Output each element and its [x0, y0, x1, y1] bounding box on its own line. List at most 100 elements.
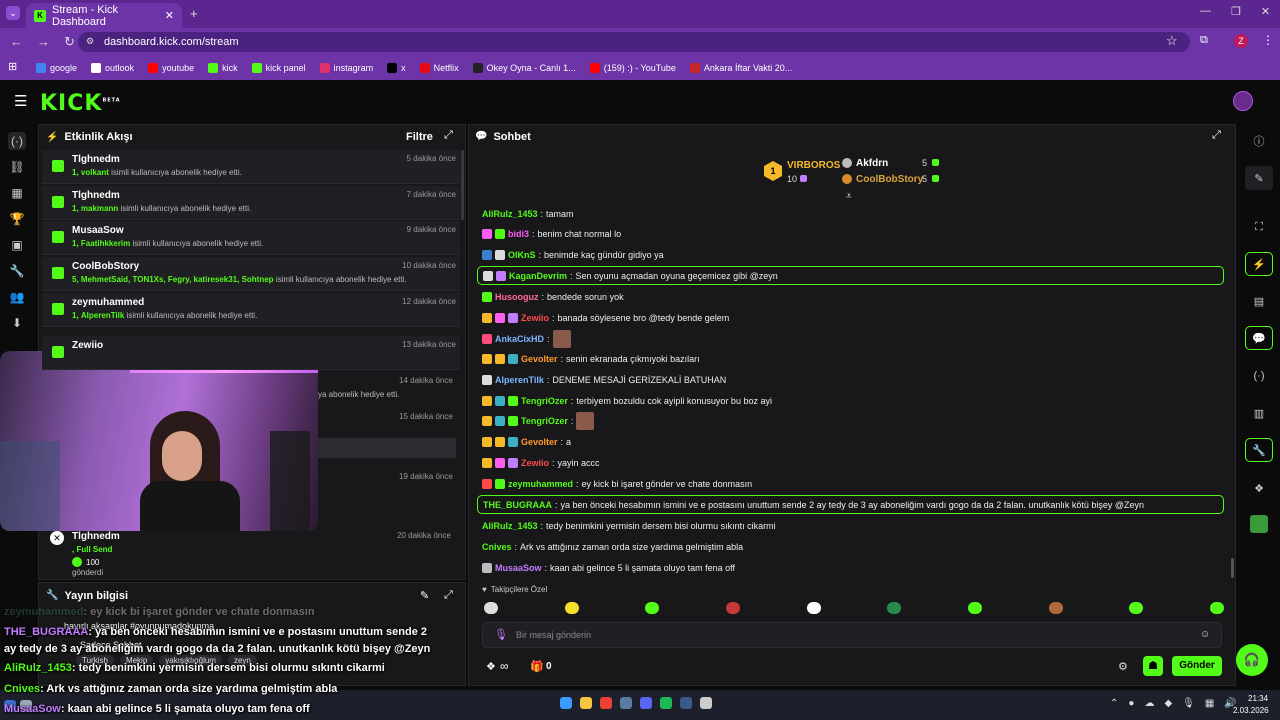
back-icon[interactable]: ←: [10, 34, 23, 50]
chat-scrollbar[interactable]: [1231, 558, 1234, 578]
chat-message[interactable]: Zewiio: yayin accc: [482, 456, 600, 470]
chat-message[interactable]: AliRulz_1453: tamam: [482, 207, 574, 221]
bookmark-star-icon[interactable]: ☆: [1166, 33, 1178, 49]
chat-username[interactable]: AlperenTilk: [495, 375, 544, 385]
broadcast-icon[interactable]: (·): [1245, 364, 1273, 388]
chat-username[interactable]: zeymuhammed: [508, 479, 573, 489]
chat-message[interactable]: Gevolter: a: [482, 435, 571, 449]
emote-icon[interactable]: [967, 602, 982, 614]
bookmark-item[interactable]: outlook: [91, 63, 134, 73]
chat-username[interactable]: Husooguz: [495, 292, 539, 302]
chat-input[interactable]: [482, 622, 1222, 648]
activity-username[interactable]: zeymuhammed: [72, 297, 144, 308]
tray-chevron-icon[interactable]: ⌃: [1110, 698, 1118, 709]
chat-message[interactable]: zeymuhammed: ey kick bi işaret gönder ve …: [482, 477, 752, 491]
popout-icon[interactable]: ⤢: [444, 129, 453, 142]
window-close-icon[interactable]: ✕: [1261, 5, 1270, 18]
leader-third-name[interactable]: CoolBobStory: [856, 174, 923, 185]
activity-username[interactable]: Tlghnedm: [72, 154, 120, 165]
chat-message[interactable]: MusaaSow: kaan abi gelince 5 li şamata ol…: [482, 561, 735, 575]
chat-message[interactable]: Cnives: Ark vs attığınız zaman orda size …: [482, 540, 743, 554]
users-icon[interactable]: 👥: [8, 288, 26, 306]
start-icon[interactable]: [560, 697, 572, 709]
menu-kebab-icon[interactable]: ⋮: [1262, 33, 1274, 47]
bookmark-item[interactable]: Ankara İftar Vakti 20...: [689, 63, 792, 73]
gift-recipient[interactable]: AlperenTilk: [81, 311, 124, 320]
chat-bubble-icon[interactable]: 💬: [1245, 326, 1273, 350]
chat-username[interactable]: AliRulz_1453: [482, 521, 538, 531]
chat-message[interactable]: THE_BUGRAAA: ya ben önceki hesabımın ismi…: [477, 495, 1224, 514]
site-info-icon[interactable]: ⚙: [86, 36, 94, 47]
game-icon[interactable]: [1245, 512, 1273, 536]
chat-username[interactable]: Gevolter: [521, 354, 558, 364]
bookmark-item[interactable]: kick: [208, 63, 238, 73]
bookmark-item[interactable]: kick panel: [251, 63, 306, 73]
chat-message[interactable]: bidi3: benim chat normal lo: [482, 227, 621, 241]
bookmark-item[interactable]: instagram: [319, 63, 373, 73]
leader-second-name[interactable]: Akfdrn: [856, 158, 888, 169]
microphone-icon[interactable]: 🎙: [494, 628, 508, 641]
bookmark-item[interactable]: Netflix: [419, 63, 459, 73]
discord-icon[interactable]: [640, 697, 652, 709]
tray-app-icon[interactable]: ●: [1128, 698, 1134, 709]
kick-emote-icon[interactable]: ☗: [1143, 656, 1163, 676]
emoji-icon[interactable]: ☺: [1200, 629, 1210, 640]
info-icon[interactable]: ⓘ: [1245, 129, 1273, 153]
bookmark-item[interactable]: youtube: [148, 63, 194, 73]
profile-avatar[interactable]: Z: [1234, 34, 1248, 48]
reload-icon[interactable]: ↻: [64, 34, 75, 50]
activity-username[interactable]: CoolBobStory: [72, 261, 139, 272]
support-headset-icon[interactable]: 🎧: [1236, 644, 1268, 676]
clock-time[interactable]: 21:34: [1248, 694, 1268, 703]
steam-icon[interactable]: [680, 697, 692, 709]
apps-grid-icon[interactable]: ⊞: [8, 60, 17, 73]
tab-search-icon[interactable]: ⌄: [6, 6, 20, 20]
chat-message[interactable]: TengriOzer:: [482, 412, 595, 430]
chat-username[interactable]: THE_BUGRAAA: [483, 500, 552, 510]
emote-icon[interactable]: [806, 602, 821, 614]
emote-icon[interactable]: [725, 602, 740, 614]
gift-recipient[interactable]: volkant: [81, 168, 109, 177]
emote-icon[interactable]: [1048, 602, 1063, 614]
chat-message[interactable]: AliRulz_1453: tedy benimkini yermisin der…: [482, 519, 776, 533]
chat-username[interactable]: KaganDevrim: [509, 271, 567, 281]
leader-first-name[interactable]: VIRBOROS: [787, 160, 840, 171]
emote-icon[interactable]: [1209, 602, 1224, 614]
activity-item[interactable]: Zewiio 13 dakika önce: [42, 336, 460, 370]
chat-username[interactable]: TengriOzer: [521, 416, 568, 426]
file-explorer-icon[interactable]: [580, 697, 592, 709]
user-avatar[interactable]: [1233, 91, 1253, 111]
analytics-icon[interactable]: ▦: [8, 184, 26, 202]
activity-item[interactable]: zeymuhammed 12 dakika önce 1, AlperenTilk …: [42, 293, 460, 327]
printer-icon[interactable]: ▥: [1245, 401, 1273, 425]
gift-box-icon[interactable]: 🎁: [530, 660, 544, 673]
chat-username[interactable]: bidi3: [508, 229, 529, 239]
chat-username[interactable]: TengriOzer: [521, 396, 568, 406]
spotify-icon[interactable]: [660, 697, 672, 709]
app-icon[interactable]: [700, 697, 712, 709]
emote-icon[interactable]: [564, 602, 579, 614]
bookmark-item[interactable]: x: [387, 63, 406, 73]
clock-date[interactable]: 2.03.2026: [1233, 706, 1269, 715]
points-icon[interactable]: ❖: [1245, 476, 1273, 500]
tray-mic-icon[interactable]: 🎙: [1182, 698, 1195, 709]
monitor-icon[interactable]: ▣: [8, 236, 26, 254]
popout-icon[interactable]: ⤢: [1212, 129, 1221, 142]
steam-icon[interactable]: [620, 697, 632, 709]
network-icon[interactable]: ▦: [1205, 698, 1214, 709]
filter-button[interactable]: Filtre: [406, 131, 433, 143]
forward-icon[interactable]: →: [37, 34, 50, 50]
gift-recipient[interactable]: MehmetSaid, TON1Xs, Fegry, katiresek31, …: [81, 275, 274, 284]
activity-item[interactable]: Tlghnedm 5 dakika önce 1, volkant isimli k…: [42, 150, 460, 184]
bookmark-item[interactable]: google: [36, 63, 77, 73]
emote-icon[interactable]: [484, 602, 498, 614]
activity-username[interactable]: Tlghnedm: [72, 531, 120, 542]
browser-tab[interactable]: K Stream - Kick Dashboard ✕: [26, 3, 182, 28]
chat-message[interactable]: Gevolter: senin ekranada çıkmıyoki bazıla…: [482, 352, 700, 366]
chat-username[interactable]: Gevolter: [521, 437, 558, 447]
chat-username[interactable]: Cnives: [482, 542, 512, 552]
points-icon[interactable]: ❖: [486, 660, 496, 673]
edit-pencil-icon[interactable]: ✎: [420, 589, 429, 602]
chat-message[interactable]: OlKnS: benimde kaç gündür gidiyo ya: [482, 248, 664, 262]
stream-icon[interactable]: (·): [8, 132, 26, 150]
